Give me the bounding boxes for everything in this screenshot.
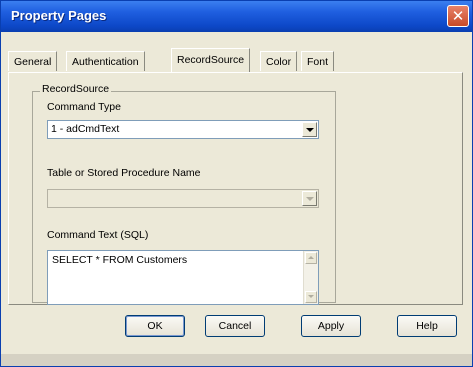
tab-general[interactable]: General <box>8 51 58 71</box>
title-bar[interactable]: Property Pages ✕ <box>1 1 472 32</box>
tab-recordsource[interactable]: RecordSource <box>171 48 251 72</box>
cancel-button[interactable]: Cancel <box>205 315 265 337</box>
chevron-down-icon[interactable] <box>302 122 317 137</box>
scroll-up-icon[interactable] <box>305 252 317 264</box>
apply-button[interactable]: Apply <box>301 315 361 337</box>
command-type-label: Command Type <box>47 101 121 113</box>
tab-color[interactable]: Color <box>260 51 298 71</box>
help-button[interactable]: Help <box>397 315 457 337</box>
chevron-down-icon[interactable] <box>302 191 317 206</box>
table-name-label: Table or Stored Procedure Name <box>47 167 201 179</box>
tab-authentication[interactable]: Authentication <box>66 51 145 71</box>
command-text-scrollbar[interactable] <box>303 251 318 304</box>
command-type-select[interactable]: 1 - adCmdText <box>47 120 319 139</box>
property-pages-window: Property Pages ✕ General Authentication … <box>0 0 473 367</box>
close-icon: ✕ <box>451 8 465 25</box>
command-type-value: 1 - adCmdText <box>51 123 120 135</box>
window-bottom-edge <box>1 354 472 366</box>
command-text-field[interactable]: SELECT * FROM Customers <box>47 250 319 305</box>
recordsource-group-label: RecordSource <box>40 83 112 95</box>
table-name-select[interactable] <box>47 189 319 208</box>
tab-font[interactable]: Font <box>301 51 335 71</box>
close-button[interactable]: ✕ <box>447 5 469 27</box>
ok-button[interactable]: OK <box>125 315 185 337</box>
scroll-down-icon[interactable] <box>305 291 317 303</box>
command-text-label: Command Text (SQL) <box>47 229 149 241</box>
command-text-value: SELECT * FROM Customers <box>52 254 188 266</box>
window-title: Property Pages <box>11 8 107 23</box>
